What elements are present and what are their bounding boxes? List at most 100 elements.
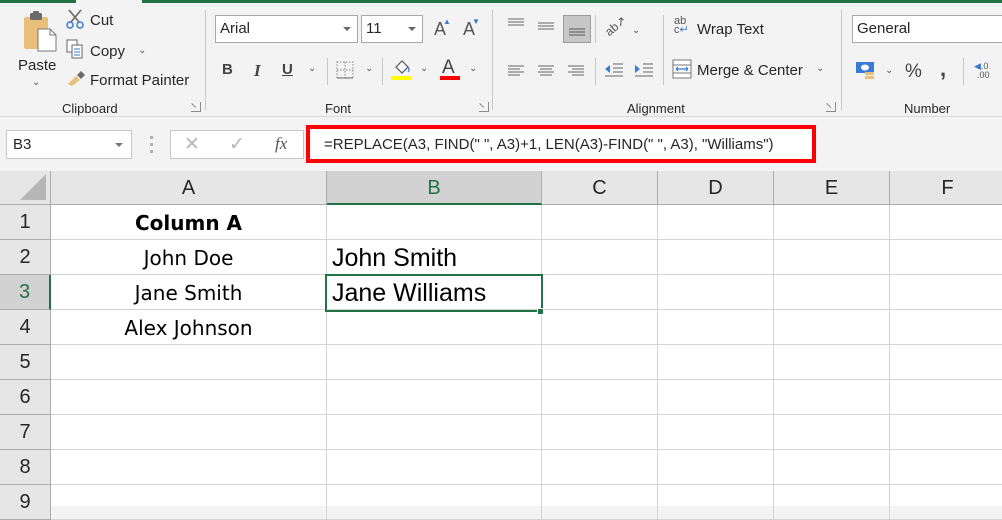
accounting-format-icon[interactable] (855, 61, 877, 81)
comma-style-button[interactable]: , (940, 56, 946, 82)
cell-e6[interactable] (774, 380, 890, 415)
formula-input[interactable]: =REPLACE(A3, FIND(" ", A3)+1, LEN(A3)-FI… (306, 125, 816, 163)
cell-a5[interactable] (51, 345, 327, 380)
cell-e1[interactable] (774, 205, 890, 240)
row-header-9[interactable]: 9 (0, 485, 51, 520)
cut-button[interactable]: Cut (66, 9, 126, 31)
row-header-8[interactable]: 8 (0, 450, 51, 485)
increase-indent-icon[interactable] (634, 63, 654, 77)
cell-f5[interactable] (890, 345, 1002, 380)
enter-formula-button[interactable]: ✓ (229, 133, 245, 156)
cell-e5[interactable] (774, 345, 890, 380)
cell-f6[interactable] (890, 380, 1002, 415)
paste-dropdown-chevron-icon[interactable]: ⌄ (32, 77, 40, 88)
cell-b2[interactable]: John Smith (327, 240, 542, 275)
column-header-a[interactable]: A (51, 171, 327, 205)
cell-e8[interactable] (774, 450, 890, 485)
cell-c2[interactable] (542, 240, 658, 275)
cell-d4[interactable] (658, 310, 774, 345)
cell-a3[interactable]: Jane Smith (51, 275, 327, 310)
cell-f1[interactable] (890, 205, 1002, 240)
cell-b5[interactable] (327, 345, 542, 380)
decrease-indent-icon[interactable] (604, 63, 624, 77)
row-header-7[interactable]: 7 (0, 415, 51, 450)
cell-f8[interactable] (890, 450, 1002, 485)
fill-handle[interactable] (537, 308, 544, 315)
cell-e4[interactable] (774, 310, 890, 345)
underline-dropdown-chevron-icon[interactable]: ⌄ (308, 63, 316, 74)
fill-color-icon[interactable] (391, 57, 413, 81)
alignment-dialog-launcher-icon[interactable] (826, 102, 836, 112)
font-size-select[interactable]: 11 (361, 15, 423, 43)
cell-c1[interactable] (542, 205, 658, 240)
cell-b4[interactable] (327, 310, 542, 345)
font-color-dropdown-chevron-icon[interactable]: ⌄ (469, 63, 477, 74)
cell-c6[interactable] (542, 380, 658, 415)
insert-function-button[interactable]: fx (275, 134, 287, 154)
orientation-icon[interactable]: ab↗ (602, 13, 629, 39)
cell-a4[interactable]: Alex Johnson (51, 310, 327, 345)
merge-center-dropdown-chevron-icon[interactable]: ⌄ (816, 63, 824, 74)
cell-b3[interactable]: Jane Williams (327, 275, 542, 310)
cell-c8[interactable] (542, 450, 658, 485)
font-dialog-launcher-icon[interactable] (479, 102, 489, 112)
cell-f3[interactable] (890, 275, 1002, 310)
cell-d3[interactable] (658, 275, 774, 310)
cell-f4[interactable] (890, 310, 1002, 345)
merge-center-button[interactable]: Merge & Center ⌄ (672, 59, 832, 83)
cell-b7[interactable] (327, 415, 542, 450)
column-header-e[interactable]: E (774, 171, 890, 205)
row-header-3[interactable]: 3 (0, 275, 51, 310)
cell-c4[interactable] (542, 310, 658, 345)
cell-a7[interactable] (51, 415, 327, 450)
cell-a2[interactable]: John Doe (51, 240, 327, 275)
row-header-4[interactable]: 4 (0, 310, 51, 345)
cell-f7[interactable] (890, 415, 1002, 450)
cell-c7[interactable] (542, 415, 658, 450)
cell-b1[interactable] (327, 205, 542, 240)
select-all-button[interactable] (0, 171, 51, 205)
borders-dropdown-chevron-icon[interactable]: ⌄ (365, 63, 373, 74)
number-format-select[interactable]: General (852, 15, 1002, 43)
formula-bar-grip-icon[interactable] (150, 136, 153, 153)
fill-color-dropdown-chevron-icon[interactable]: ⌄ (420, 63, 428, 74)
cell-b6[interactable] (327, 380, 542, 415)
cell-f2[interactable] (890, 240, 1002, 275)
cell-e9[interactable] (774, 485, 890, 520)
cell-d9[interactable] (658, 485, 774, 520)
align-right-icon[interactable] (567, 65, 585, 77)
cell-d6[interactable] (658, 380, 774, 415)
align-left-icon[interactable] (507, 65, 525, 77)
cell-a6[interactable] (51, 380, 327, 415)
paste-button[interactable]: Paste ⌄ (14, 9, 58, 91)
cell-e3[interactable] (774, 275, 890, 310)
cell-c9[interactable] (542, 485, 658, 520)
cell-d5[interactable] (658, 345, 774, 380)
row-header-2[interactable]: 2 (0, 240, 51, 275)
cell-c5[interactable] (542, 345, 658, 380)
clipboard-dialog-launcher-icon[interactable] (191, 102, 201, 112)
cell-d1[interactable] (658, 205, 774, 240)
column-header-b[interactable]: B (327, 171, 542, 205)
bold-button[interactable]: B (222, 61, 233, 78)
wrap-text-button[interactable]: ab c↵ Wrap Text (674, 16, 774, 43)
increase-decimal-button[interactable]: ◀.0 .00 (974, 61, 996, 83)
cell-d2[interactable] (658, 240, 774, 275)
name-box[interactable]: B3 (6, 130, 132, 159)
align-bottom-button[interactable] (563, 15, 591, 43)
column-header-d[interactable]: D (658, 171, 774, 205)
column-header-c[interactable]: C (542, 171, 658, 205)
cell-b9[interactable] (327, 485, 542, 520)
cell-d7[interactable] (658, 415, 774, 450)
cell-a9[interactable] (51, 485, 327, 520)
align-center-icon[interactable] (537, 65, 555, 77)
cell-a8[interactable] (51, 450, 327, 485)
cancel-formula-button[interactable]: ✕ (184, 133, 200, 156)
cell-a1[interactable]: Column A (51, 205, 327, 240)
format-painter-button[interactable]: Format Painter (66, 68, 196, 90)
cell-f9[interactable] (890, 485, 1002, 520)
cell-e2[interactable] (774, 240, 890, 275)
name-box-dropdown-icon[interactable] (115, 143, 123, 147)
underline-button[interactable]: U (282, 61, 293, 78)
orientation-dropdown-chevron-icon[interactable]: ⌄ (632, 25, 640, 36)
